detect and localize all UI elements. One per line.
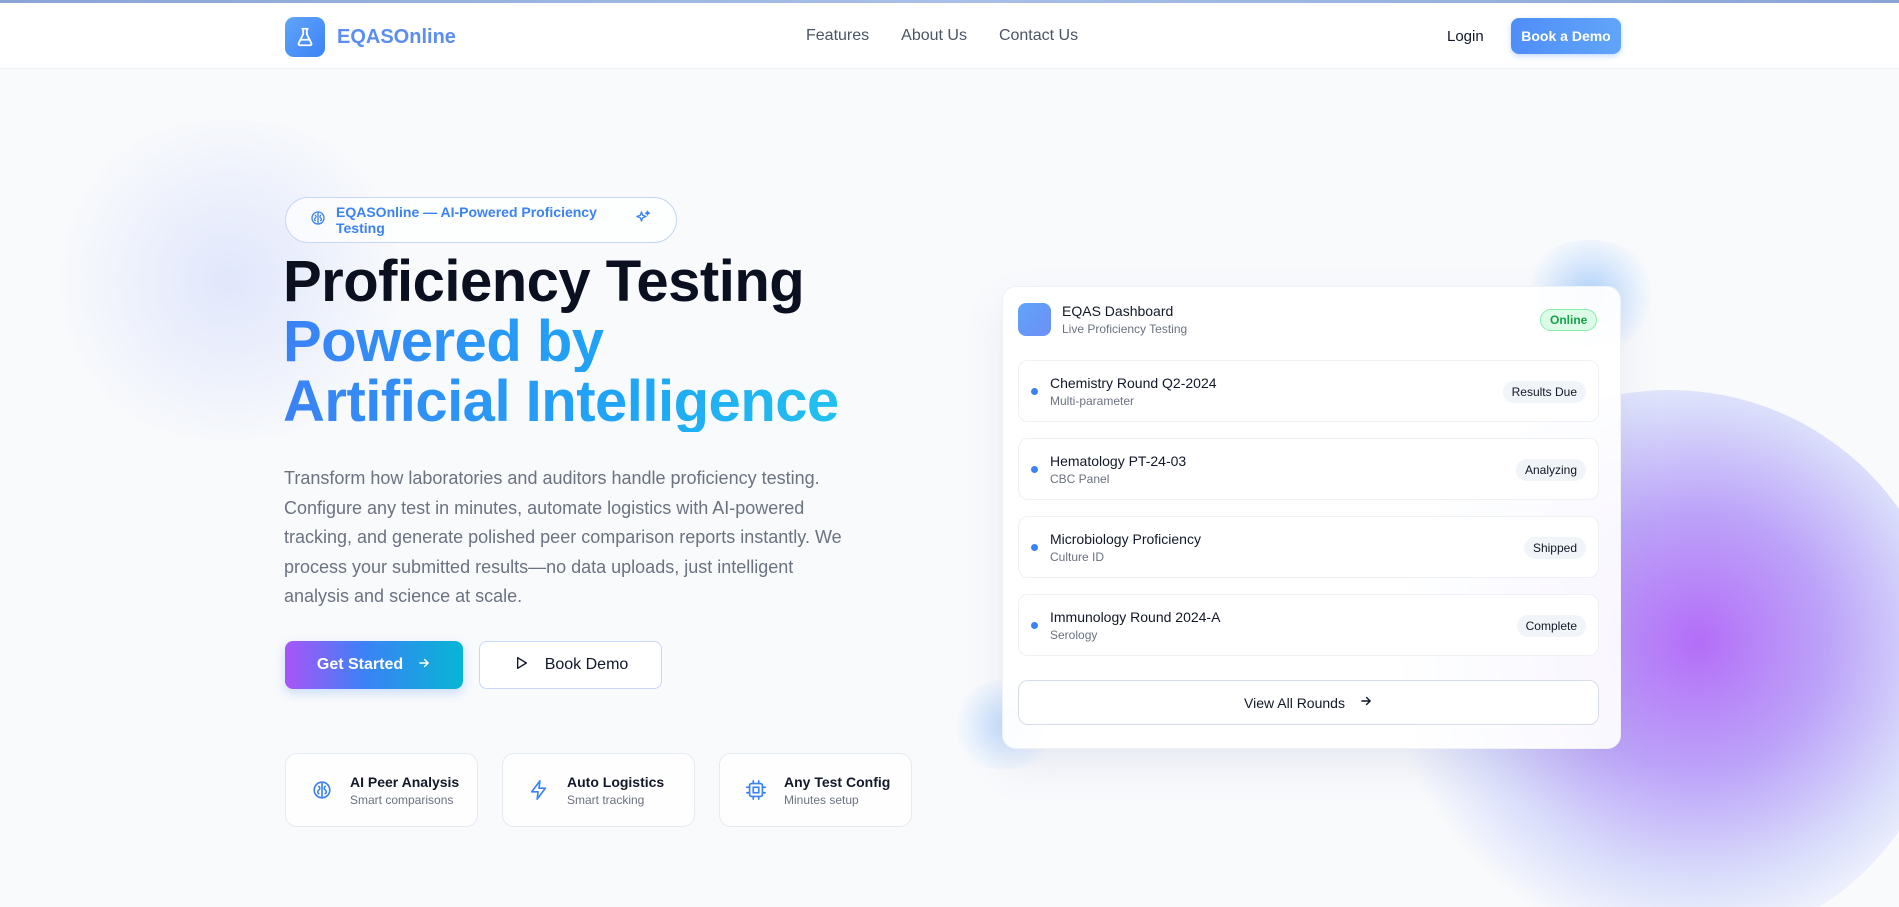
flask-icon (285, 17, 325, 57)
round-detail: Culture ID (1050, 549, 1105, 564)
hero-badge: EQASOnline — AI-Powered Proficiency Test… (285, 197, 677, 243)
view-all-rounds-button[interactable]: View All Rounds (1018, 680, 1599, 725)
hero-description: Transform how laboratories and auditors … (284, 468, 842, 606)
feature-subtitle: Minutes setup (784, 792, 859, 807)
nav-links: Features About Us Contact Us (806, 27, 1078, 45)
round-name: Chemistry Round Q2-2024 (1050, 374, 1217, 391)
nav-link-about-us[interactable]: About Us (901, 27, 967, 45)
play-icon (513, 655, 529, 676)
round-status-badge: Shipped (1523, 537, 1586, 559)
nav-link-features[interactable]: Features (806, 27, 869, 45)
status-dot (1031, 543, 1038, 551)
dashboard-card: EQAS Dashboard Live Proficiency Testing … (1002, 286, 1621, 749)
dashboard-header: EQAS Dashboard Live Proficiency Testing (1018, 303, 1187, 336)
book-demo-label: Book Demo (544, 656, 629, 673)
round-status-badge: Analyzing (1515, 459, 1586, 481)
feature-title: Any Test Config (784, 773, 891, 790)
round-item[interactable]: Chemistry Round Q2-2024 Multi-parameter … (1018, 360, 1599, 422)
round-detail: Serology (1050, 627, 1098, 642)
lightning-icon (527, 778, 551, 802)
feature-card-ai-peer-analysis: AI Peer Analysis Smart comparisons (285, 753, 478, 827)
round-name: Microbiology Proficiency (1050, 530, 1201, 547)
round-item[interactable]: Hematology PT-24-03 CBC Panel Analyzing (1018, 438, 1599, 500)
round-status-badge: Complete (1516, 615, 1586, 637)
sparkles-icon (634, 209, 652, 232)
brain-icon (310, 210, 326, 231)
status-badge-online: Online (1540, 309, 1598, 331)
status-dot (1031, 621, 1038, 629)
arrow-right-icon (1359, 694, 1373, 711)
feature-title: Auto Logistics (567, 773, 665, 790)
round-name: Immunology Round 2024-A (1050, 608, 1221, 625)
hero-title-line-1: Proficiency Testing (283, 249, 805, 314)
round-status-badge: Results Due (1502, 381, 1586, 403)
hero-badge-text: EQASOnline — AI-Powered Proficiency Test… (336, 204, 597, 236)
brain-icon (310, 778, 334, 802)
feature-subtitle: Smart comparisons (350, 792, 454, 807)
navbar: EQASOnline Features About Us Contact Us … (0, 3, 1899, 69)
round-detail: Multi-parameter (1050, 393, 1135, 408)
feature-card-any-test-config: Any Test Config Minutes setup (719, 753, 912, 827)
brand-name: EQASOnline (337, 25, 456, 48)
cpu-icon (744, 778, 768, 802)
get-started-label: Get Started (316, 656, 404, 673)
status-dot (1031, 465, 1038, 473)
round-name: Hematology PT-24-03 (1050, 452, 1187, 469)
login-link[interactable]: Login (1447, 28, 1484, 45)
round-item[interactable]: Microbiology Proficiency Culture ID Ship… (1018, 516, 1599, 578)
get-started-button[interactable]: Get Started (285, 641, 463, 689)
arrow-right-icon (417, 656, 431, 675)
round-detail: CBC Panel (1050, 471, 1110, 486)
book-demo-button[interactable]: Book Demo (479, 641, 662, 689)
hero-title: Proficiency Testing Powered by Artificia… (283, 252, 839, 432)
nav-link-contact-us[interactable]: Contact Us (999, 27, 1078, 45)
dashboard-subtitle: Live Proficiency Testing (1062, 322, 1188, 336)
feature-card-auto-logistics: Auto Logistics Smart tracking (502, 753, 695, 827)
view-all-rounds-label: View All Rounds (1244, 694, 1345, 711)
dashboard-title: EQAS Dashboard (1062, 303, 1174, 319)
brand-logo[interactable]: EQASOnline (285, 17, 456, 57)
book-a-demo-button[interactable]: Book a Demo (1511, 18, 1621, 54)
dashboard-logo (1018, 303, 1051, 336)
hero-title-line-2: Powered by (283, 312, 839, 372)
status-dot (1031, 387, 1038, 395)
feature-title: AI Peer Analysis (350, 773, 460, 790)
hero-title-line-3: Artificial Intelligence (283, 369, 839, 434)
feature-subtitle: Smart tracking (567, 792, 645, 807)
round-item[interactable]: Immunology Round 2024-A Serology Complet… (1018, 594, 1599, 656)
